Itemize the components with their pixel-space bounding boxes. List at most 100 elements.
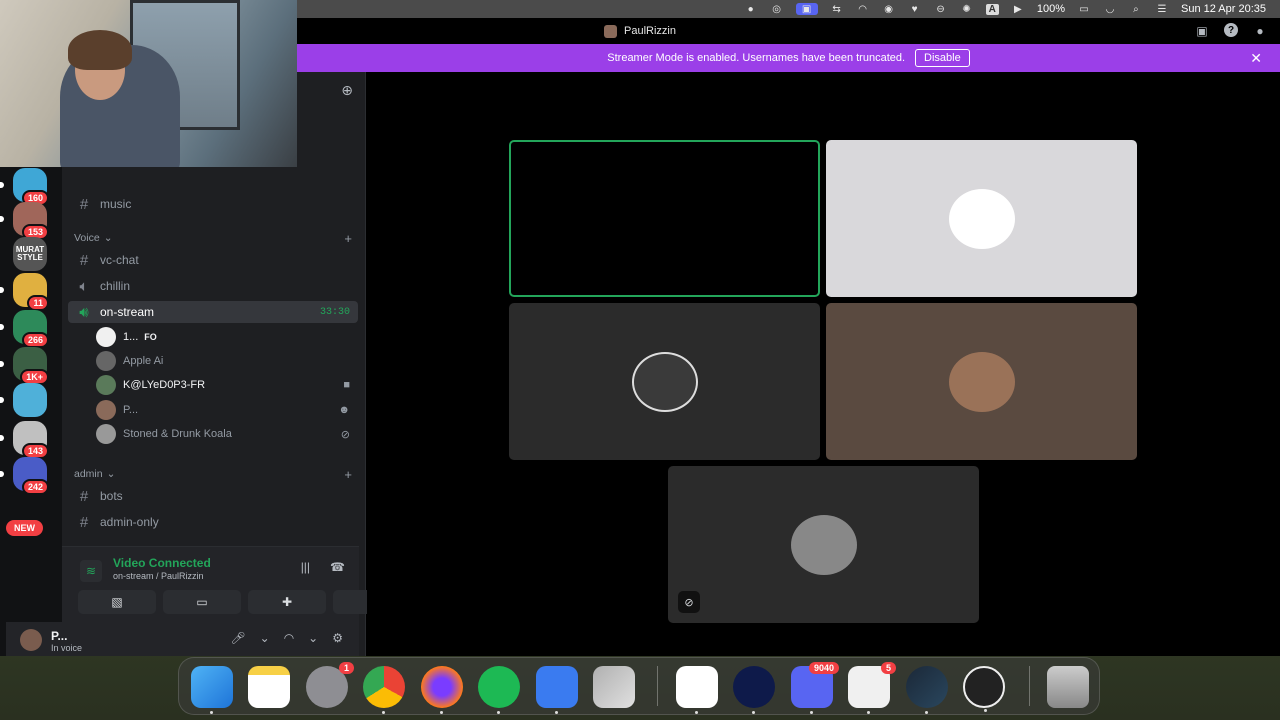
running-indicator xyxy=(440,711,443,714)
add-channel-icon[interactable]: + xyxy=(344,467,352,482)
voice-user[interactable]: 1... FO xyxy=(96,326,352,348)
gauge-icon[interactable]: ◠ xyxy=(856,3,870,15)
server-icon[interactable]: 153 xyxy=(0,202,49,240)
category-admin[interactable]: admin ⌄ + xyxy=(74,467,356,482)
webcam-overlay[interactable] xyxy=(0,0,297,167)
channel-vc-chat[interactable]: # vc-chat xyxy=(68,249,358,271)
finder-icon[interactable] xyxy=(191,666,233,714)
channel-on-stream[interactable]: 🔊︎ on-stream 33:30 xyxy=(68,301,358,323)
chrome-icon[interactable] xyxy=(363,666,405,714)
iphone-mirroring-icon[interactable] xyxy=(593,666,635,708)
close-icon[interactable]: ✕ xyxy=(1250,50,1262,67)
voice-user-name: P... xyxy=(123,404,139,416)
server-icon[interactable]: 160 xyxy=(0,168,49,206)
nordvpn-icon[interactable] xyxy=(676,666,718,714)
voice-user[interactable]: Stoned & Drunk Koala ⊘ xyxy=(96,423,352,445)
voice-user-name: K@LYeD0P3-FR xyxy=(123,379,206,391)
ball-icon[interactable]: ✺ xyxy=(960,3,974,15)
video-tile[interactable] xyxy=(509,303,820,460)
hash-icon: # xyxy=(79,195,89,213)
mention-badge: 11 xyxy=(27,295,49,311)
voice-user[interactable]: Apple Ai xyxy=(96,350,352,372)
screen-share-button[interactable]: ▭ xyxy=(163,590,241,614)
muted-mic-icon: ⊘ xyxy=(340,428,350,441)
roblox-icon[interactable] xyxy=(536,666,578,714)
display-icon[interactable]: ◉ xyxy=(882,3,896,15)
vpn-icon[interactable]: ⊖ xyxy=(934,3,948,15)
chevron-down-icon[interactable]: ⌄ xyxy=(308,631,318,645)
headphones-icon[interactable]: ◠ xyxy=(284,631,294,645)
search-icon[interactable]: ⌕ xyxy=(1129,3,1143,15)
keyboard-input-icon[interactable]: A xyxy=(985,3,999,15)
avatar xyxy=(790,514,857,575)
server-icon[interactable]: 242 xyxy=(0,457,49,495)
obs-icon[interactable] xyxy=(963,666,1005,712)
unread-pill xyxy=(0,435,4,441)
category-voice[interactable]: Voice ⌄ + xyxy=(74,231,356,246)
server-icon[interactable]: 1K+ xyxy=(0,347,49,385)
chevron-down-icon[interactable]: ⌄ xyxy=(260,631,270,645)
circle-icon[interactable]: ● xyxy=(744,3,758,15)
clock[interactable]: Sun 12 Apr 20:35 xyxy=(1181,3,1266,15)
sync-icon[interactable]: ◎ xyxy=(770,3,784,15)
spotify-icon[interactable] xyxy=(478,666,520,714)
server-icon[interactable]: 143 xyxy=(0,421,49,459)
signal-icon[interactable]: ≋ xyxy=(80,560,102,582)
play-icon[interactable]: ▶ xyxy=(1011,3,1025,15)
channel-admin-only[interactable]: # admin-only xyxy=(68,511,358,533)
server-icon[interactable]: 266 xyxy=(0,310,49,348)
noise-suppression-icon[interactable]: ||| xyxy=(301,560,310,574)
voice-status-subtitle[interactable]: on-stream / PaulRizzin xyxy=(113,571,204,581)
user-name[interactable]: P... xyxy=(51,629,67,643)
disable-button[interactable]: Disable xyxy=(915,49,970,67)
avatar[interactable] xyxy=(20,629,42,651)
settings-gear-icon[interactable]: ⚙ xyxy=(332,631,343,645)
teamviewer-icon[interactable] xyxy=(733,666,775,714)
heart-icon[interactable]: ♥ xyxy=(908,3,922,15)
unread-pill xyxy=(0,287,4,293)
activities-button[interactable]: ✚ xyxy=(248,590,326,614)
wifi-icon[interactable]: ◡ xyxy=(1103,3,1117,15)
battery-icon[interactable]: ▭ xyxy=(1077,3,1091,15)
channel-chillin[interactable]: 🔈︎ chillin xyxy=(68,275,358,297)
add-channel-icon[interactable]: + xyxy=(344,231,352,246)
video-tile[interactable]: ⊘ xyxy=(668,466,979,623)
screen-share-icon[interactable]: ▣ xyxy=(795,3,818,15)
help-icon[interactable]: ? xyxy=(1224,23,1238,37)
teamviewer-icon[interactable]: ⇆ xyxy=(830,3,844,15)
firefox-icon[interactable] xyxy=(421,666,463,714)
notes-icon[interactable] xyxy=(248,666,290,708)
running-indicator xyxy=(752,711,755,714)
camera-off-button[interactable]: ▧ xyxy=(78,590,156,614)
running-indicator xyxy=(810,711,813,714)
microphone-icon[interactable]: 🎤︎ xyxy=(230,631,245,645)
disconnect-icon[interactable]: ☎ xyxy=(330,560,345,574)
mention-badge: 242 xyxy=(21,479,49,495)
avatar xyxy=(96,327,116,347)
system-settings-icon[interactable]: 1 xyxy=(306,662,354,708)
hash-icon: # xyxy=(79,251,89,269)
video-tile-speaking[interactable] xyxy=(509,140,820,297)
battery-percentage[interactable]: 100% xyxy=(1037,3,1065,15)
category-label: admin xyxy=(74,468,103,480)
voice-status-title[interactable]: Video Connected xyxy=(113,556,211,570)
discord-icon[interactable]: 9040 xyxy=(791,662,839,714)
new-badge[interactable]: NEW xyxy=(6,520,43,536)
voice-user[interactable]: K@LYeD0P3-FR ■ xyxy=(96,374,352,396)
add-friend-icon[interactable]: ⊕ xyxy=(341,82,353,99)
microsoft-store-icon[interactable]: 5 xyxy=(848,662,896,714)
control-center-icon[interactable]: ☰ xyxy=(1155,3,1169,15)
trash-icon[interactable] xyxy=(1047,666,1089,708)
server-icon[interactable] xyxy=(0,383,47,417)
server-icon[interactable]: MURAT STYLE xyxy=(13,237,47,271)
inbox-icon[interactable]: ▣ xyxy=(1194,23,1210,39)
video-tile[interactable] xyxy=(826,140,1137,297)
title-avatar xyxy=(604,24,618,38)
video-tile[interactable] xyxy=(826,303,1137,460)
steam-icon[interactable] xyxy=(906,666,948,714)
server-icon[interactable]: 11 xyxy=(0,273,49,311)
apple-icon[interactable]: ● xyxy=(1252,23,1268,39)
channel-music[interactable]: # music xyxy=(68,193,358,215)
voice-user[interactable]: P... ☻ xyxy=(96,399,352,421)
channel-bots[interactable]: # bots xyxy=(68,485,358,507)
